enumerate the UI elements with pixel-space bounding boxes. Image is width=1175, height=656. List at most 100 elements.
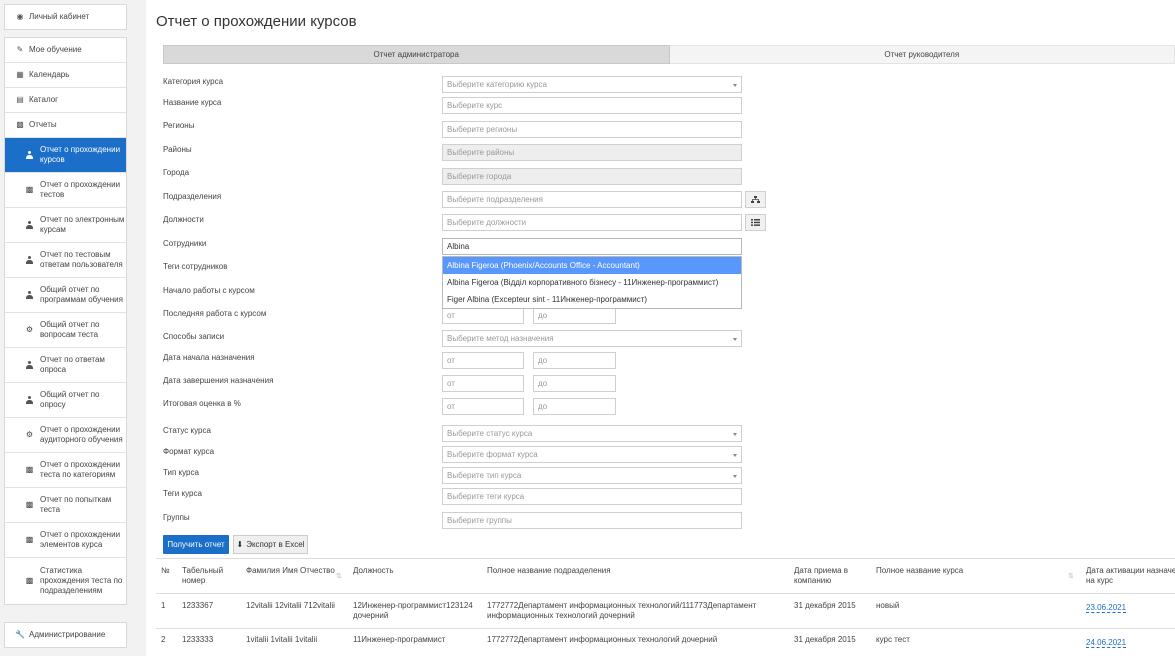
dropdown-option[interactable]: Albina Figeroa (Відділ корпоративного бі… — [443, 274, 741, 291]
sidebar-report-item[interactable]: ⚙ Общий отчет по вопросам теста — [5, 313, 126, 348]
person-shape — [26, 221, 33, 229]
sidebar-item-admin[interactable]: 🔧 Администрирование — [5, 623, 126, 647]
col-header-department[interactable]: Полное название подразделения — [487, 566, 611, 576]
activation-date-link[interactable]: 23.06.2021 — [1086, 603, 1127, 613]
employees-search-input[interactable]: Albina — [442, 238, 742, 255]
dropdown-option[interactable]: Albina Figeroa (Phoenix/Accounts Office … — [443, 257, 741, 274]
sidebar-item-stats-by-dept[interactable]: ▩ Статистика прохождения теста по подраз… — [5, 558, 126, 604]
positions-input[interactable]: Выберите должности — [442, 214, 742, 231]
activation-date-link[interactable]: 24.06.2021 — [1086, 638, 1127, 648]
label-groups: Группы — [163, 513, 190, 522]
sidebar-report-item[interactable]: Отчет по ответам опроса — [5, 348, 126, 383]
label-line: Отчет о прохождении — [40, 425, 121, 434]
course-status-select[interactable]: Выберите статус курса — [442, 425, 742, 442]
col-header-tab-number[interactable]: Табельный номер — [182, 566, 223, 586]
sort-icon[interactable]: ⇅ — [336, 572, 342, 580]
sitemap-icon — [751, 195, 760, 203]
table-top-border — [156, 558, 1175, 559]
person-shape — [26, 291, 33, 299]
label-positions: Должности — [163, 215, 204, 224]
cell-position: 12Инженер-программист123124 дочерний — [353, 601, 473, 621]
cell-course: новый — [876, 601, 900, 610]
enroll-methods-select[interactable]: Выберите метод назначения — [442, 330, 742, 347]
header-line: Табельный — [182, 566, 224, 575]
departments-input[interactable]: Выберите подразделения — [442, 191, 742, 208]
col-header-position[interactable]: Должность — [353, 566, 394, 576]
cell-activation-date[interactable]: 24.06.2021 — [1086, 638, 1127, 648]
course-last-to-input[interactable]: до — [533, 307, 616, 324]
cell-fio: 1vitalii 1vitalii 1vitalii — [246, 635, 318, 644]
dropdown-option[interactable]: Figer Albina (Excepteur sint - 11Инженер… — [443, 291, 741, 308]
export-excel-button[interactable]: ⬇ Экспорт в Excel — [233, 535, 308, 554]
sidebar-item-reports[interactable]: ▩ Отчеты — [5, 113, 126, 138]
bar-chart-icon: ▩ — [16, 120, 24, 129]
assign-end-to-input[interactable]: до — [533, 375, 616, 392]
col-header-hire-date[interactable]: Дата приема в компанию — [794, 566, 848, 586]
sidebar-item-my-learning[interactable]: ✎ Мое обучение — [5, 38, 126, 63]
sidebar-report-item[interactable]: Общий отчет по опросу — [5, 383, 126, 418]
gears-icon: ⚙ — [25, 325, 34, 334]
cities-input[interactable]: Выберите города — [442, 168, 742, 185]
list-icon — [751, 219, 760, 226]
bar-chart-icon: ▩ — [25, 500, 34, 509]
sidebar-report-item[interactable]: Отчет о прохождении курсов — [5, 138, 126, 173]
course-type-select[interactable]: Выберите тип курса — [442, 467, 742, 484]
label-line: Общий отчет по — [40, 390, 100, 399]
person-icon — [25, 361, 34, 369]
course-last-from-input[interactable]: от — [442, 307, 524, 324]
sidebar-item-cabinet[interactable]: ◉ Личный кабинет — [5, 5, 126, 29]
get-report-button[interactable]: Получить отчет — [163, 535, 229, 554]
label-regions: Регионы — [163, 121, 195, 130]
list-button[interactable] — [745, 214, 766, 231]
book-icon: ▤ — [16, 95, 24, 104]
header-line: компанию — [794, 576, 832, 585]
sidebar-item-calendar[interactable]: ▦ Календарь — [5, 63, 126, 88]
person-icon — [25, 256, 34, 264]
sidebar-report-item[interactable]: ▩ Отчет по попыткам теста — [5, 488, 126, 523]
col-header-course[interactable]: Полное название курса — [876, 566, 963, 576]
cell-activation-date[interactable]: 23.06.2021 — [1086, 603, 1127, 613]
regions-input[interactable]: Выберите регионы — [442, 121, 742, 138]
sidebar-item-label: Администрирование — [29, 630, 106, 639]
assign-end-from-input[interactable]: от — [442, 375, 524, 392]
cell-tab-number: 1233333 — [182, 635, 214, 644]
sidebar-item-label: Каталог — [29, 95, 59, 104]
label-line: Отчет по электронным — [40, 215, 125, 224]
final-grade-from-input[interactable]: от — [442, 398, 524, 415]
sidebar-report-item[interactable]: Отчет по электронным курсам — [5, 208, 126, 243]
sidebar-report-item[interactable]: Общий отчет по программам обучения — [5, 278, 126, 313]
tab-manager-report[interactable]: Отчет руководителя — [669, 45, 1175, 64]
col-header-fio[interactable]: Фамилия Имя Отчество — [246, 566, 335, 576]
sidebar-report-item[interactable]: ▩ Отчет о прохождении теста по категориям — [5, 453, 126, 488]
label-course-category: Категория курса — [163, 77, 224, 86]
groups-input[interactable]: Выберите группы — [442, 512, 742, 529]
course-name-input[interactable]: Выберите курс — [442, 97, 742, 114]
sidebar-item-label: Отчет о прохождении тестов — [40, 180, 120, 200]
assign-start-to-input[interactable]: до — [533, 352, 616, 369]
course-format-select[interactable]: Выберите формат курса — [442, 446, 742, 463]
dashboard-icon: ◉ — [16, 12, 24, 21]
hierarchy-button[interactable] — [745, 191, 766, 208]
sidebar-report-item[interactable]: Отчет по тестовым ответам пользователя — [5, 243, 126, 278]
sidebar-item-label: Мое обучение — [29, 45, 82, 54]
sidebar-report-item[interactable]: ▩ Отчет о прохождении тестов — [5, 173, 126, 208]
tab-admin-report[interactable]: Отчет администратора — [163, 45, 670, 64]
sort-icon[interactable]: ⇅ — [1068, 572, 1074, 580]
course-category-select[interactable]: Выберите категорию курса — [442, 76, 742, 93]
sidebar-item-label: Отчеты — [29, 120, 57, 129]
label-cities: Города — [163, 168, 190, 177]
final-grade-to-input[interactable]: до — [533, 398, 616, 415]
cell-position: 11Инженер-программист — [353, 635, 446, 644]
col-header-num[interactable]: № — [161, 566, 170, 576]
sidebar-report-item[interactable]: ⚙ Отчет о прохождении аудиторного обучения — [5, 418, 126, 453]
course-tags-input[interactable]: Выберите теги курса — [442, 488, 742, 505]
sidebar-item-catalog[interactable]: ▤ Каталог — [5, 88, 126, 113]
label-line: ответам пользователя — [40, 260, 123, 269]
assign-start-from-input[interactable]: от — [442, 352, 524, 369]
cell-department: 1772772Департамент информационных технол… — [487, 601, 756, 621]
report-submenu: Отчет о прохождении курсов ▩ Отчет о прохож… — [5, 138, 126, 558]
districts-input[interactable]: Выберите районы — [442, 144, 742, 161]
sidebar-report-item[interactable]: ▩ Отчет о прохождении элементов курса — [5, 523, 126, 558]
label-line: опросу — [40, 400, 66, 409]
col-header-activation[interactable]: Дата активации назначенияна курс — [1086, 566, 1175, 586]
